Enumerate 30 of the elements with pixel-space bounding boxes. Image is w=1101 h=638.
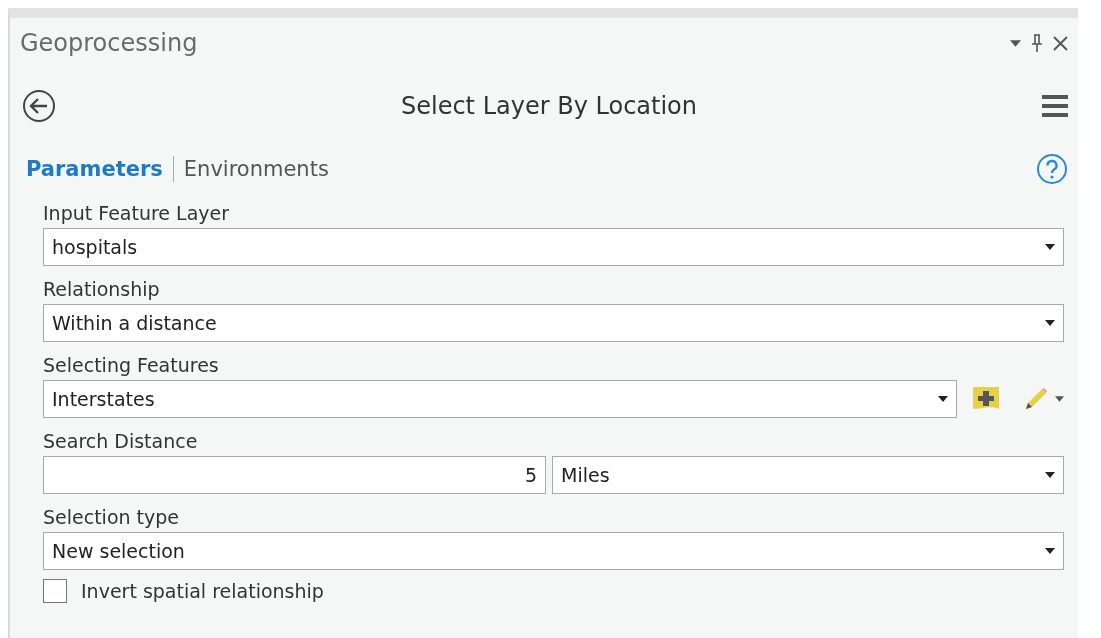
caret-icon bbox=[1045, 548, 1055, 554]
pane-title: Geoprocessing bbox=[20, 29, 198, 57]
field-label: Relationship bbox=[43, 277, 161, 301]
field-label: Search Distance bbox=[43, 429, 199, 453]
back-icon[interactable] bbox=[22, 89, 56, 123]
caret-icon bbox=[1045, 472, 1055, 478]
tab[interactable]: Parameters bbox=[26, 157, 173, 181]
help-icon[interactable] bbox=[1036, 153, 1068, 185]
caret-icon bbox=[1045, 320, 1055, 326]
tool-title: Select Layer By Location bbox=[400, 92, 698, 120]
pencil-icon[interactable] bbox=[1023, 386, 1049, 412]
caret-icon[interactable] bbox=[1055, 396, 1064, 402]
menu-icon[interactable] bbox=[1042, 94, 1068, 118]
dropdown-field[interactable]: Miles bbox=[552, 456, 1064, 494]
caret-icon bbox=[1045, 244, 1055, 250]
field-label: Selecting Features bbox=[43, 353, 220, 377]
checkbox-label: Invert spatial relationship bbox=[81, 580, 324, 602]
checkbox[interactable] bbox=[43, 579, 67, 603]
dropdown-field[interactable]: New selection bbox=[43, 532, 1064, 570]
dropdown-field[interactable]: Interstates bbox=[43, 380, 957, 418]
tab[interactable]: Environments bbox=[183, 157, 339, 181]
caret-icon bbox=[938, 396, 948, 402]
caret-icon[interactable] bbox=[1010, 39, 1021, 47]
close-icon[interactable] bbox=[1053, 35, 1068, 51]
dropdown-field[interactable]: Within a distance bbox=[43, 304, 1064, 342]
dropdown-field[interactable]: hospitals bbox=[43, 228, 1064, 266]
number-input[interactable]: 5 bbox=[43, 456, 546, 494]
field-label: Input Feature Layer bbox=[43, 201, 231, 225]
pin-icon[interactable] bbox=[1031, 34, 1043, 52]
field-label: Selection type bbox=[43, 505, 181, 529]
